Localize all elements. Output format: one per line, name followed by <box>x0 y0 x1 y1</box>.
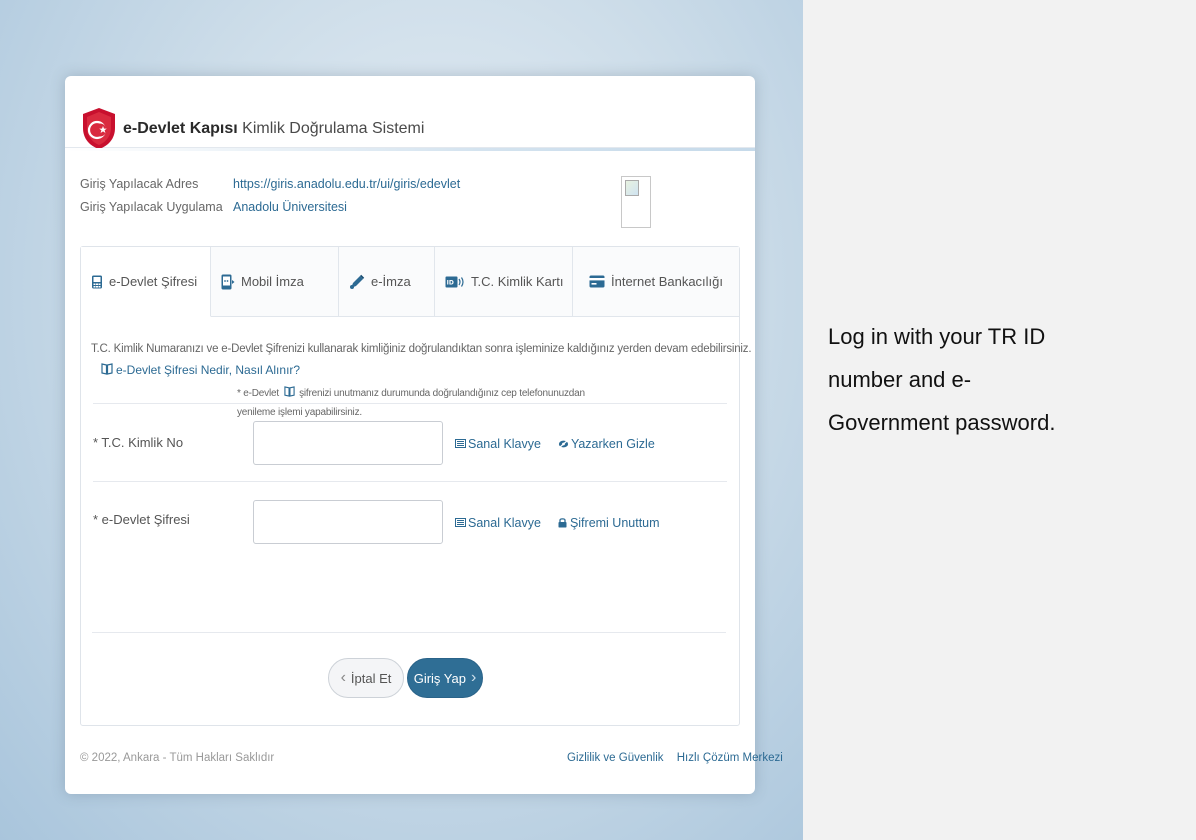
brand-title-bold: e-Devlet Kapısı <box>123 120 238 137</box>
brand-title: e-Devlet Kapısı Kimlik Doğrulama Sistemi <box>123 120 424 138</box>
eye-slash-icon <box>558 439 569 449</box>
support-center-link[interactable]: Hızlı Çözüm Merkezi <box>677 752 783 764</box>
hide-while-typing-link[interactable]: Yazarken Gizle <box>558 437 655 451</box>
pen-icon <box>350 274 365 289</box>
login-method-tabs: e-Devlet Şifresi Mobil İmza e-İmza ID T.… <box>80 246 752 726</box>
tab-e-devlet-sifresi[interactable]: e-Devlet Şifresi <box>81 247 211 317</box>
brand-title-subtitle: Kimlik Doğrulama Sistemi <box>242 120 425 137</box>
help-link-label[interactable]: e-Devlet Şifresi Nedir, Nasıl Alınır? <box>116 363 300 377</box>
tab-label: T.C. Kimlik Kartı <box>471 274 564 289</box>
copyright-text: © 2022, Ankara - Tüm Hakları Saklıdır <box>80 752 275 764</box>
tab-row: e-Devlet Şifresi Mobil İmza e-İmza ID T.… <box>81 247 739 317</box>
tab-tc-kimlik-karti[interactable]: ID T.C. Kimlik Kartı <box>435 247 573 317</box>
virtual-keyboard-link[interactable]: Sanal Klavye <box>455 437 544 451</box>
password-recovery-note: * e-Devlet şifrenizi unutmanız durumunda… <box>237 386 585 418</box>
login-card: e-Devlet Kapısı Kimlik Doğrulama Sistemi… <box>65 76 783 794</box>
virtual-keyboard-link[interactable]: Sanal Klavye <box>455 516 544 530</box>
password-field-actions: Sanal Klavye Şifremi Unuttum <box>455 516 660 530</box>
mobile-signature-icon <box>221 274 235 289</box>
e-devlet-logo-icon <box>83 108 115 149</box>
instructions-text: T.C. Kimlik Numaranızı ve e-Devlet Şifre… <box>91 343 752 355</box>
keyboard-icon <box>455 439 466 448</box>
info-app-value: Anadolu Üniversitesi <box>233 200 347 214</box>
cancel-button[interactable]: ‹ İptal Et <box>328 658 404 698</box>
login-button[interactable]: Giriş Yap › <box>407 658 483 698</box>
tc-kimlik-input[interactable] <box>253 421 443 465</box>
application-logo-broken-image <box>621 176 651 228</box>
tab-label: Mobil İmza <box>241 274 304 289</box>
forgot-password-link[interactable]: Şifremi Unuttum <box>558 516 660 530</box>
info-app-label: Giriş Yapılacak Uygulama <box>80 200 223 214</box>
chevron-left-icon: ‹ <box>340 669 346 686</box>
browser-screenshot: e-Devlet Kapısı Kimlik Doğrulama Sistemi… <box>0 0 803 840</box>
cancel-button-label: İptal Et <box>350 670 392 686</box>
bank-card-icon <box>589 275 605 288</box>
tab-label: e-İmza <box>371 274 411 289</box>
chevron-right-icon: › <box>470 669 477 686</box>
book-icon <box>283 386 295 397</box>
tc-field-actions: Sanal Klavye Yazarken Gizle <box>455 437 655 451</box>
id-card-icon: ID <box>445 276 464 287</box>
login-button-label: Giriş Yap <box>413 670 466 686</box>
card-header: e-Devlet Kapısı Kimlik Doğrulama Sistemi <box>65 76 755 149</box>
tab-mobil-imza[interactable]: Mobil İmza <box>211 247 339 317</box>
side-caption: Log in with your TR ID number and e- Gov… <box>828 324 1056 435</box>
tab-internet-bankaciligi[interactable]: İnternet Bankacılığı <box>573 247 739 317</box>
phone-icon <box>92 275 102 288</box>
lock-icon <box>558 518 567 528</box>
help-link[interactable]: e-Devlet Şifresi Nedir, Nasıl Alınır? <box>101 363 300 377</box>
header-divider <box>65 148 755 151</box>
privacy-link[interactable]: Gizlilik ve Güvenlik <box>567 752 664 764</box>
svg-text:ID: ID <box>447 279 454 286</box>
footer-links: Gizlilik ve Güvenlik Hızlı Çözüm Merkezi <box>567 752 783 764</box>
divider <box>93 481 727 482</box>
tab-e-imza[interactable]: e-İmza <box>339 247 435 317</box>
tab-label: e-Devlet Şifresi <box>109 274 198 289</box>
info-address-value[interactable]: https://giris.anadolu.edu.tr/ui/giris/ed… <box>233 177 460 191</box>
keyboard-icon <box>455 518 466 527</box>
password-label: * e-Devlet Şifresi <box>93 512 190 527</box>
tab-label: İnternet Bankacılığı <box>611 274 724 289</box>
broken-image-icon <box>625 180 639 196</box>
password-input[interactable] <box>253 500 443 544</box>
actions-divider <box>92 632 726 633</box>
book-icon <box>101 363 113 375</box>
tc-kimlik-label: * T.C. Kimlik No <box>93 435 184 450</box>
info-address-label: Giriş Yapılacak Adres <box>80 177 199 191</box>
